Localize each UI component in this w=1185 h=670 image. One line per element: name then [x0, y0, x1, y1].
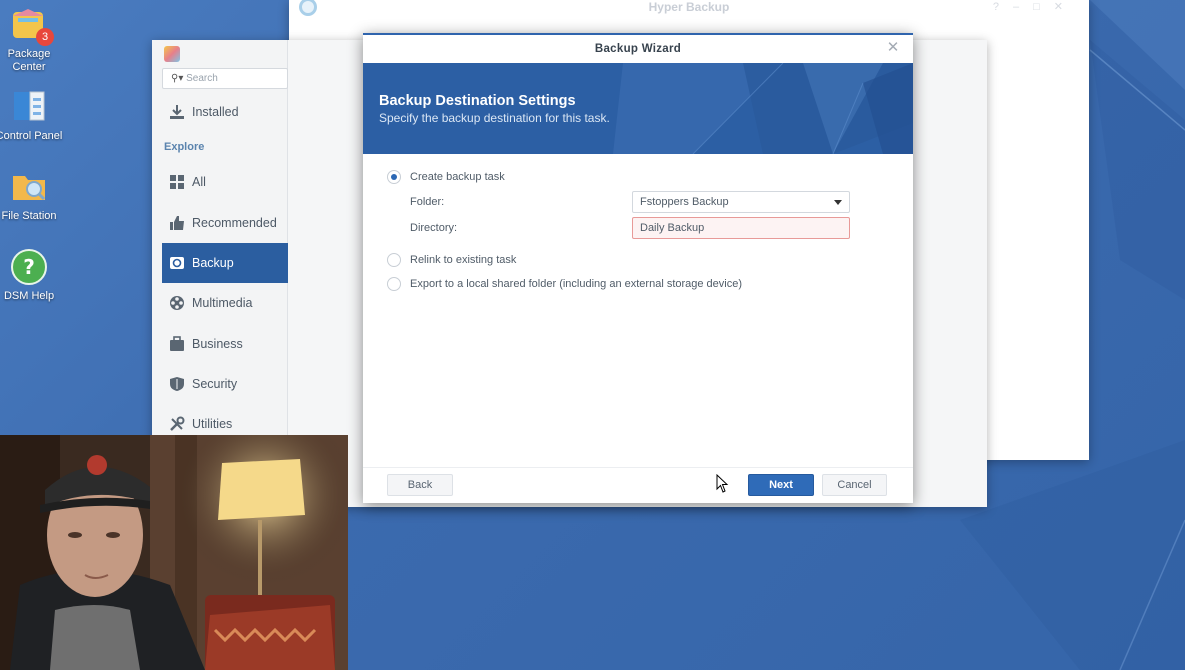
window-controls[interactable]: ?–□✕ — [993, 0, 1077, 13]
help-icon: ? — [10, 248, 48, 286]
sidebar-item-all[interactable]: All — [162, 162, 288, 202]
search-icon: ⚲▾ — [171, 73, 184, 84]
desktop-icon-file-station[interactable]: File Station — [0, 168, 64, 223]
film-reel-icon — [170, 296, 184, 310]
radio-unselected[interactable] — [387, 253, 401, 267]
grid-icon — [170, 175, 184, 189]
notification-badge: 3 — [36, 28, 54, 46]
cancel-button[interactable]: Cancel — [822, 474, 887, 496]
back-button[interactable]: Back — [387, 474, 453, 496]
tools-icon — [170, 416, 185, 431]
desktop-icon-dsm-help[interactable]: ? DSM Help — [0, 248, 64, 303]
thumbs-up-icon — [170, 216, 184, 230]
wizard-subheading: Specify the backup destination for this … — [379, 111, 610, 125]
desktop-icon-label: Package Center — [7, 48, 51, 73]
next-button[interactable]: Next — [748, 474, 814, 496]
shield-icon — [170, 377, 184, 391]
sidebar-item-recommended[interactable]: Recommended — [162, 203, 288, 243]
file-station-icon — [10, 168, 48, 206]
option-label: Relink to existing task — [410, 254, 517, 266]
radio-unselected[interactable] — [387, 277, 401, 291]
option-label: Create backup task — [410, 171, 505, 183]
briefcase-icon — [170, 336, 184, 351]
sidebar-item-multimedia[interactable]: Multimedia — [162, 283, 288, 323]
download-icon — [170, 105, 184, 119]
close-icon[interactable]: ✕ — [885, 40, 901, 56]
webcam-video-overlay — [0, 435, 348, 670]
desktop-icon-label: File Station — [1, 210, 57, 222]
chevron-down-icon — [834, 200, 842, 205]
desktop-icon-label: Control Panel — [0, 130, 63, 142]
footer-divider — [363, 467, 913, 468]
radio-selected[interactable] — [387, 170, 401, 184]
sidebar-item-security[interactable]: Security — [162, 364, 288, 404]
option-label: Export to a local shared folder (includi… — [410, 278, 743, 290]
desktop-icon-label: DSM Help — [3, 290, 55, 302]
package-center-icon: 3 — [10, 6, 54, 46]
mouse-cursor-icon — [716, 474, 729, 493]
sidebar-item-business[interactable]: Business — [162, 324, 288, 364]
directory-input[interactable]: Daily Backup — [632, 217, 850, 239]
svg-text:?: ? — [23, 255, 35, 279]
sidebar-heading-explore: Explore — [164, 141, 205, 153]
control-panel-icon — [10, 88, 48, 126]
wizard-banner: Backup Destination Settings Specify the … — [363, 63, 913, 154]
folder-select[interactable]: Fstoppers Backup — [632, 191, 850, 213]
desktop-icon-control-panel[interactable]: Control Panel — [0, 88, 64, 143]
backup-wizard-dialog[interactable]: Backup Wizard ✕ Backup Destination Setti… — [363, 33, 913, 503]
package-center-logo-icon — [164, 46, 180, 62]
dialog-title: Backup Wizard — [594, 43, 682, 55]
desktop-icon-package-center[interactable]: 3 Package Center — [0, 6, 64, 74]
directory-label: Directory: — [410, 222, 458, 234]
window-title: Hyper Backup — [648, 0, 730, 14]
backup-icon — [170, 257, 184, 269]
folder-label: Folder: — [410, 196, 445, 208]
sidebar-item-backup[interactable]: Backup — [162, 243, 288, 283]
sidebar-item-installed[interactable]: Installed — [162, 92, 288, 132]
wizard-heading: Backup Destination Settings — [379, 93, 576, 109]
folder-select-value: Fstoppers Backup — [640, 196, 729, 208]
search-input[interactable]: ⚲▾ Search — [162, 68, 288, 89]
